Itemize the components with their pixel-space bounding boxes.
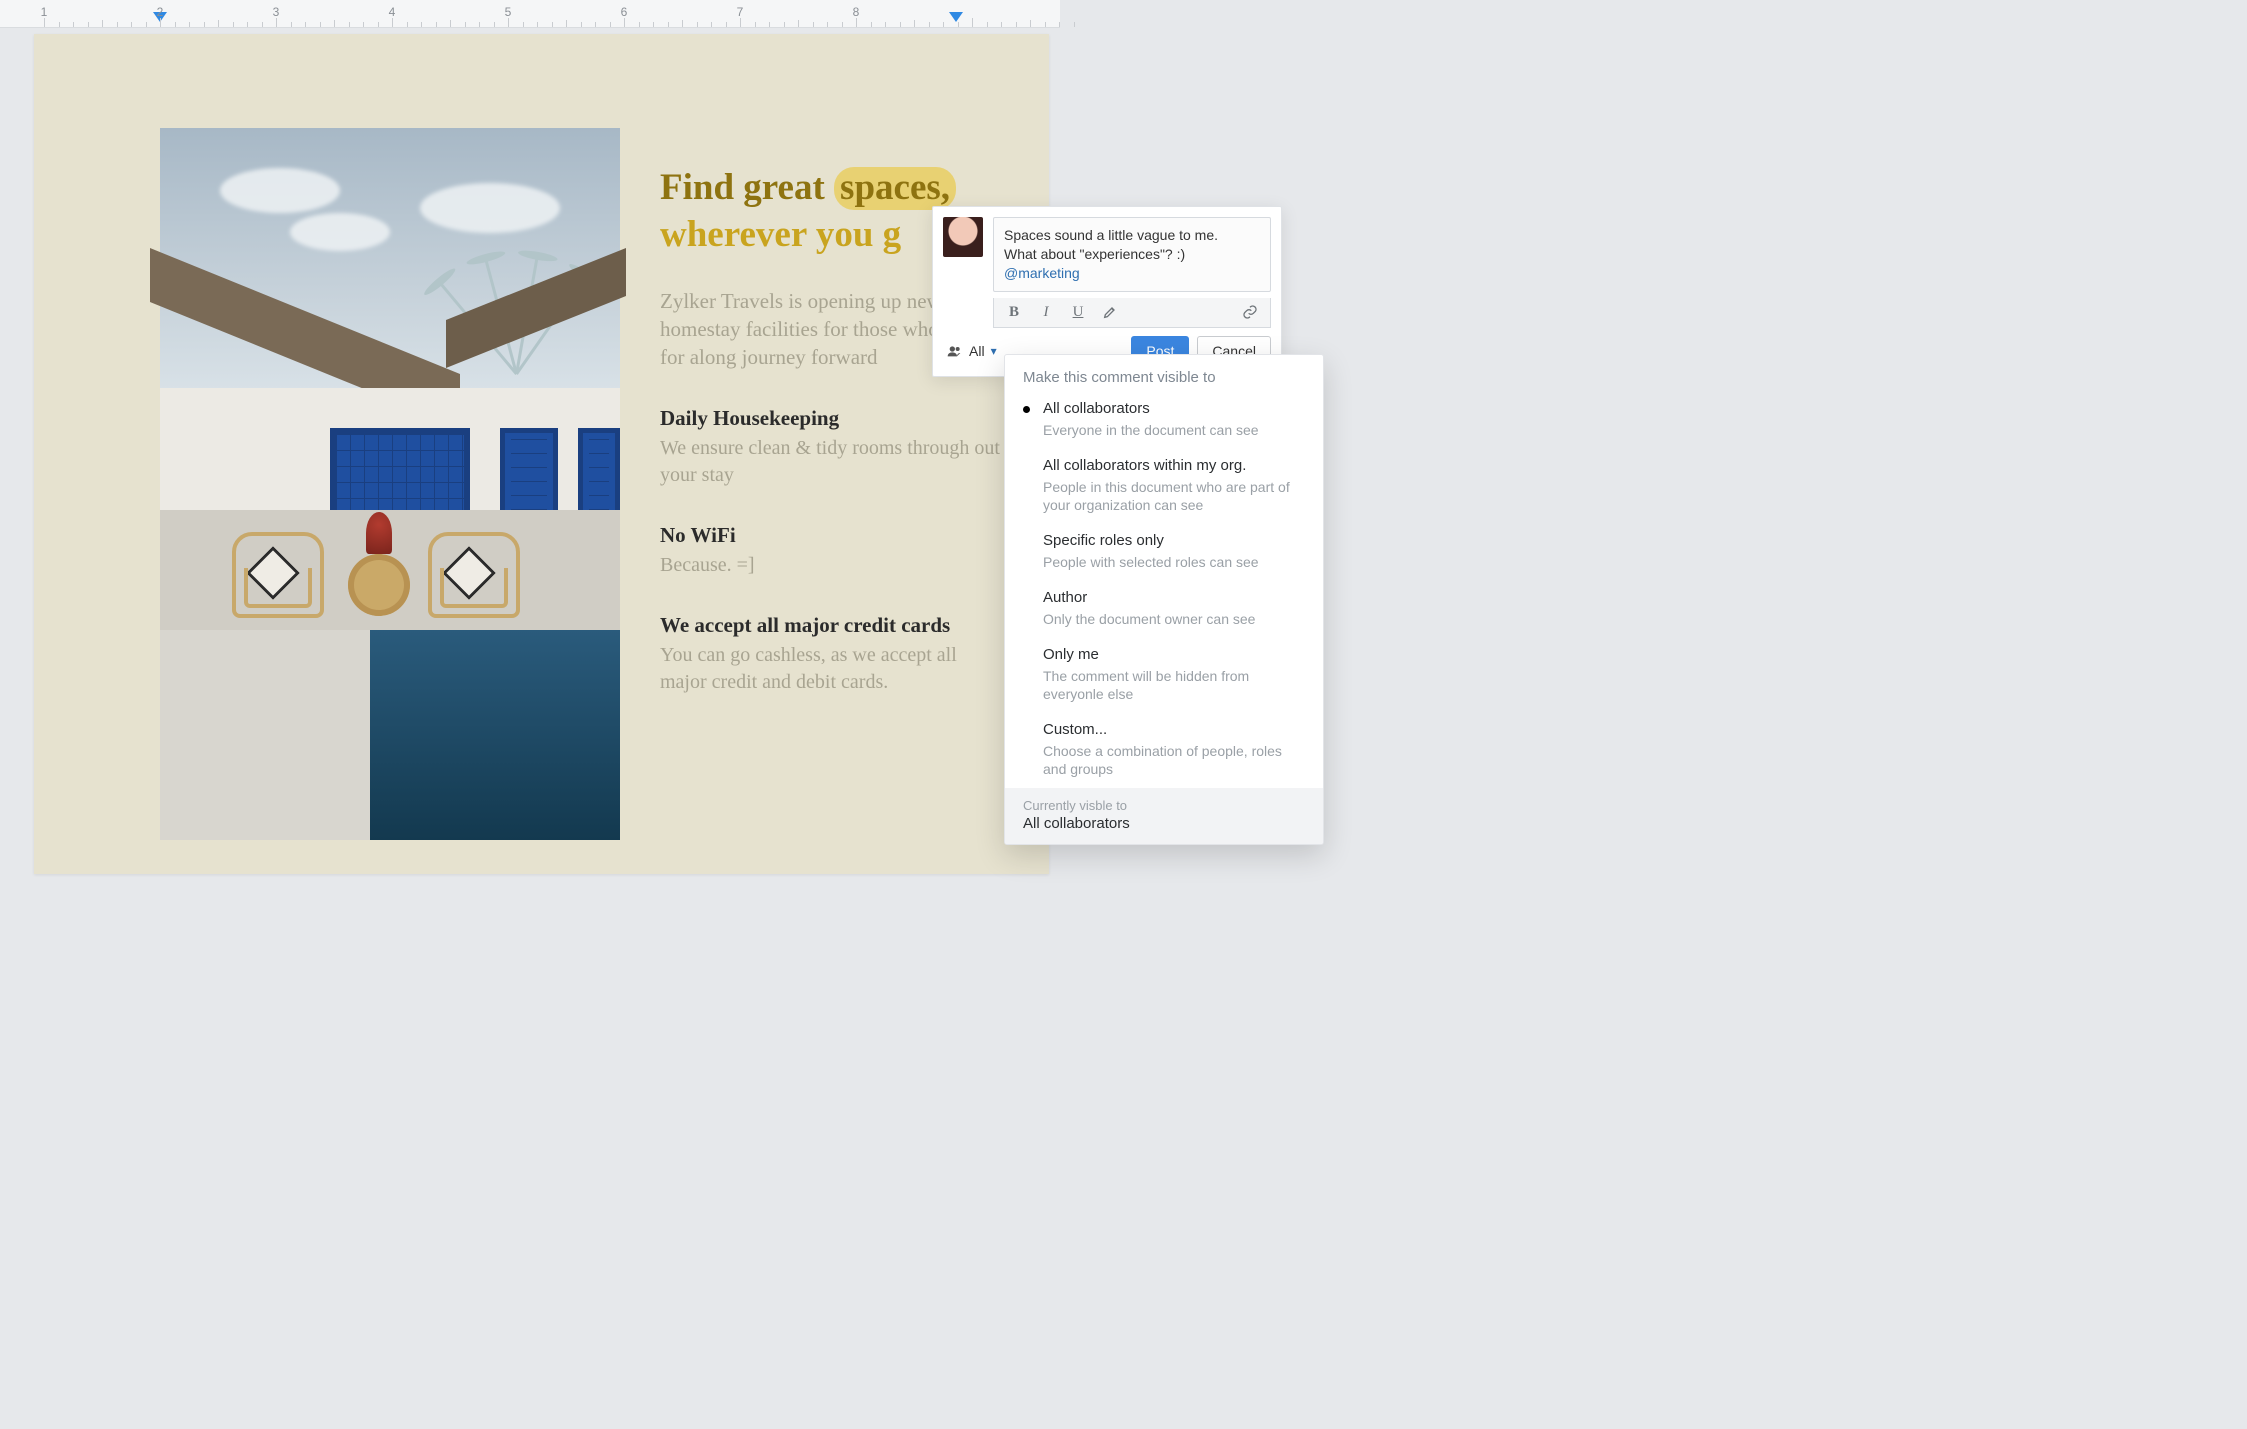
ruler-number: 5 <box>505 5 512 19</box>
ruler-number: 1 <box>41 5 48 19</box>
visibility-option[interactable]: All collaborators Everyone in the docume… <box>1005 392 1323 449</box>
italic-button[interactable]: I <box>1032 300 1060 324</box>
visibility-option[interactable]: Specific roles only People with selected… <box>1005 524 1323 581</box>
feature-block: We accept all major credit cards You can… <box>660 613 1019 696</box>
feature-block: Daily Housekeeping We ensure clean & tid… <box>660 406 1019 489</box>
visibility-option[interactable]: Only me The comment will be hidden from … <box>1005 638 1323 713</box>
audience-label: All <box>969 343 985 359</box>
chevron-down-icon: ▾ <box>991 344 997 358</box>
comment-input[interactable]: Spaces sound a little vague to me. What … <box>993 217 1271 292</box>
format-toolbar: B I U <box>993 298 1271 328</box>
feature-title[interactable]: No WiFi <box>660 523 1019 548</box>
underline-button[interactable]: U <box>1064 300 1092 324</box>
visibility-option[interactable]: Custom... Choose a combination of people… <box>1005 713 1323 788</box>
comment-panel: Spaces sound a little vague to me. What … <box>932 206 1282 377</box>
feature-desc[interactable]: Because. =] <box>660 552 1000 579</box>
visibility-footer: Currently visble to All collaborators <box>1005 788 1323 844</box>
highlight-button[interactable] <box>1096 300 1124 324</box>
option-desc: The comment will be hidden from everyonl… <box>1043 667 1305 703</box>
ruler-number: 7 <box>737 5 744 19</box>
ruler-number: 6 <box>621 5 628 19</box>
avatar <box>943 217 983 257</box>
visibility-dropdown: Make this comment visible to All collabo… <box>1004 354 1324 845</box>
footer-label: Currently visble to <box>1023 798 1305 813</box>
option-title: All collaborators within my org. <box>1043 457 1305 476</box>
dropdown-title: Make this comment visible to <box>1005 355 1323 392</box>
document-page: Find great spaces, wherever you g Zylker… <box>34 34 1049 874</box>
ruler-number: 8 <box>853 5 860 19</box>
option-desc: Only the document owner can see <box>1043 610 1305 628</box>
ruler-number: 4 <box>389 5 396 19</box>
option-desc: People with selected roles can see <box>1043 553 1305 571</box>
horizontal-ruler[interactable]: 1 2 3 4 5 6 7 8 <box>0 0 1060 28</box>
option-desc: People in this document who are part of … <box>1043 478 1305 514</box>
right-indent-marker[interactable] <box>949 12 963 22</box>
comment-highlight[interactable]: spaces, <box>834 167 956 210</box>
hero-image <box>160 128 620 840</box>
option-title: Custom... <box>1043 721 1305 740</box>
ruler-number: 3 <box>273 5 280 19</box>
headline-line2[interactable]: wherever you g <box>660 214 901 255</box>
feature-title[interactable]: We accept all major credit cards <box>660 613 1019 638</box>
option-desc: Choose a combination of people, roles an… <box>1043 742 1305 778</box>
option-title: Author <box>1043 589 1305 608</box>
option-desc: Everyone in the document can see <box>1043 421 1305 439</box>
comment-text: Spaces sound a little vague to me. <box>1004 227 1218 243</box>
ruler-number: 2 <box>157 5 164 19</box>
option-title: Specific roles only <box>1043 532 1305 551</box>
visibility-option[interactable]: Author Only the document owner can see <box>1005 581 1323 638</box>
visibility-option[interactable]: All collaborators within my org. People … <box>1005 449 1323 524</box>
feature-desc[interactable]: We ensure clean & tidy rooms through out… <box>660 435 1000 489</box>
feature-block: No WiFi Because. =] <box>660 523 1019 579</box>
comment-text: What about "experiences"? :) <box>1004 246 1185 262</box>
mention-chip[interactable]: @marketing <box>1004 265 1080 281</box>
bold-button[interactable]: B <box>1000 300 1028 324</box>
feature-title[interactable]: Daily Housekeeping <box>660 406 1019 431</box>
footer-value: All collaborators <box>1023 815 1305 832</box>
option-title: Only me <box>1043 646 1305 665</box>
audience-selector[interactable]: All ▾ <box>943 339 1001 363</box>
headline-text[interactable]: Find great <box>660 167 834 208</box>
people-icon <box>947 345 963 357</box>
feature-desc[interactable]: You can go cashless, as we accept all ma… <box>660 642 1000 696</box>
link-button[interactable] <box>1236 300 1264 324</box>
option-title: All collaborators <box>1043 400 1305 419</box>
